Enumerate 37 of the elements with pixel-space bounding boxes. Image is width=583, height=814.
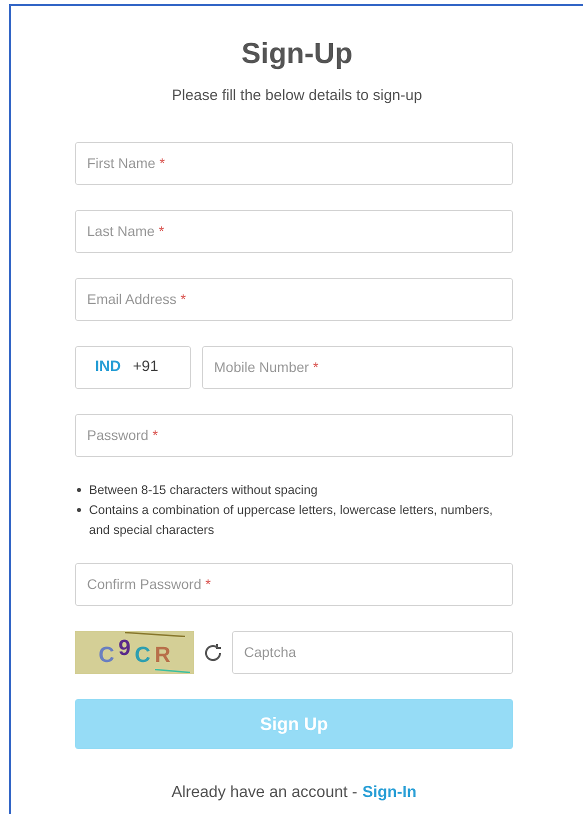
required-mark: * — [180, 290, 186, 309]
input-field[interactable]: Last Name * — [75, 210, 513, 253]
bullet-icon — [77, 508, 81, 512]
sign-in-link[interactable]: Sign-In — [362, 781, 417, 805]
required-mark: * — [152, 426, 158, 445]
text-input[interactable]: Email Address — [87, 289, 176, 310]
text-input[interactable]: Password — [87, 425, 148, 446]
input-field[interactable]: First Name * — [75, 142, 513, 185]
required-mark: * — [159, 154, 165, 173]
captcha-character: R — [154, 641, 170, 669]
required-mark: * — [205, 575, 211, 594]
subtitle: Please fill the below details to sign-up — [172, 86, 422, 106]
input-field[interactable]: Mobile Number * — [202, 346, 513, 389]
required-mark: * — [158, 222, 164, 241]
required-mark: * — [312, 358, 318, 377]
captcha-character: 9 — [118, 634, 131, 662]
input-field[interactable]: Password * — [75, 414, 513, 457]
password-hint: Contains a combination of uppercase letters, lowercase letters, numbers, and special characters — [89, 502, 493, 539]
text-input[interactable]: Last Name — [87, 221, 155, 242]
noise-line — [155, 669, 190, 673]
dial-code: +91 — [132, 357, 158, 378]
text-input[interactable]: Captcha — [244, 642, 296, 663]
input-field[interactable]: Confirm Password * — [75, 563, 513, 606]
captcha-character: C — [98, 641, 114, 669]
country-code-field[interactable]: IND +91 — [75, 346, 191, 389]
password-hint: Between 8-15 characters without spacing — [89, 482, 318, 499]
text-input[interactable]: Confirm Password — [87, 574, 202, 595]
text-input[interactable]: First Name — [87, 153, 156, 174]
footer-text: Already have an account - — [171, 783, 358, 803]
input-field[interactable]: Email Address * — [75, 278, 513, 321]
country-code: IND — [95, 357, 121, 378]
text-input[interactable]: Mobile Number — [214, 357, 309, 378]
captcha-character: C — [134, 641, 151, 669]
bullet-icon — [77, 488, 81, 492]
page-title: Sign-Up — [241, 37, 353, 72]
input-field[interactable]: Captcha — [232, 631, 513, 674]
noise-line — [125, 632, 185, 637]
